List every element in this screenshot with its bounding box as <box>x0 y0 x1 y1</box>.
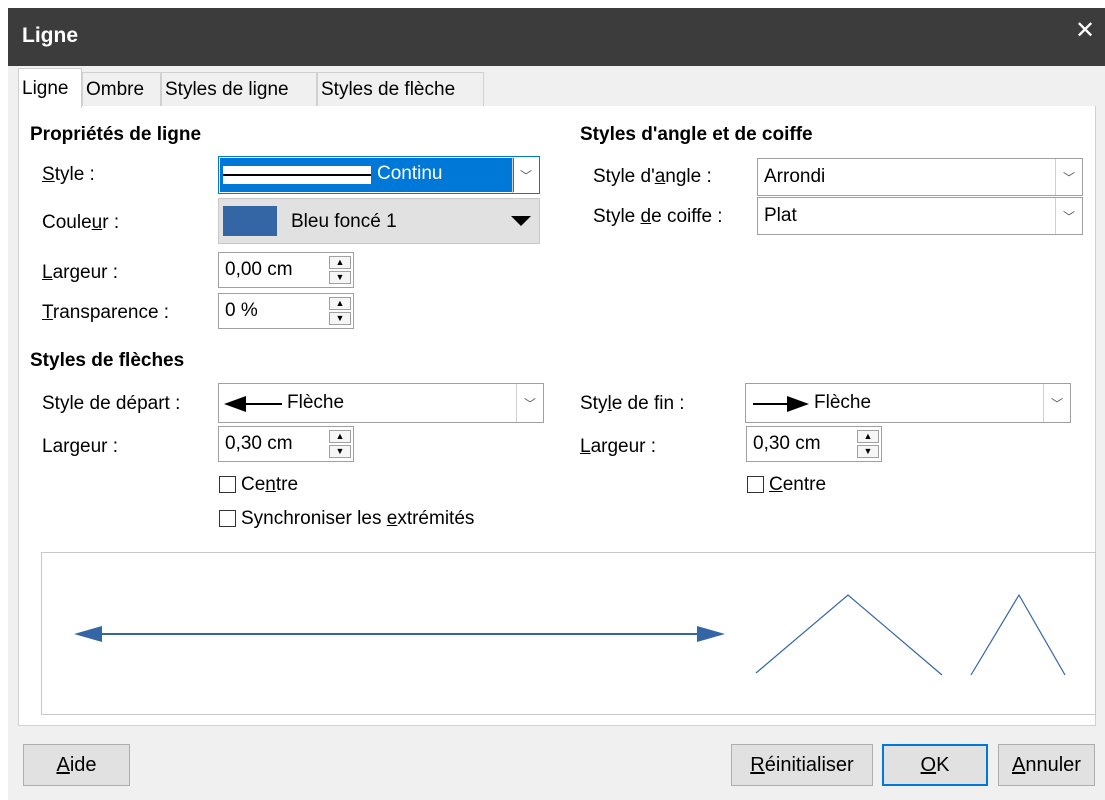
start-width-value: 0,30 cm <box>225 433 293 454</box>
cap-style-value: Plat <box>764 205 797 226</box>
start-width-spinner[interactable]: 0,30 cm ▲ ▼ <box>218 426 354 462</box>
transparency-spinner[interactable]: 0 % ▲ ▼ <box>218 293 354 329</box>
color-dropdown[interactable]: Bleu foncé 1 <box>218 198 540 244</box>
chevron-down-icon[interactable]: ﹀ <box>1055 198 1082 234</box>
chevron-down-icon[interactable]: ﹀ <box>1043 384 1070 422</box>
tab-ligne[interactable]: Ligne <box>18 68 82 108</box>
start-style-label: Style de départ : <box>42 393 181 414</box>
corner-style-dropdown[interactable]: Arrondi ﹀ <box>757 158 1083 196</box>
sync-ends-checkbox[interactable] <box>219 510 236 527</box>
preview-drawing <box>74 593 1066 676</box>
help-button[interactable]: Aide <box>23 744 130 786</box>
end-center-label: Centre <box>769 474 827 495</box>
tab-ombre[interactable]: Ombre <box>82 72 161 106</box>
start-style-dropdown[interactable]: Flèche ﹀ <box>218 383 544 423</box>
start-center-checkbox[interactable] <box>219 476 236 493</box>
corner-cap-heading: Styles d'angle et de coiffe <box>580 124 813 145</box>
style-label: Style : <box>42 164 95 185</box>
end-style-dropdown[interactable]: Flèche ﹀ <box>745 383 1071 423</box>
spin-up-icon[interactable]: ▲ <box>329 256 351 269</box>
color-label: Couleur : <box>42 212 120 233</box>
cancel-button[interactable]: Annuler <box>998 744 1095 786</box>
line-style-value: Continu <box>377 163 443 184</box>
end-style-label: Style de fin : <box>580 393 685 414</box>
transparency-label: Transparence : <box>42 302 170 323</box>
dropdown-triangle-icon[interactable] <box>511 216 531 226</box>
preview-arrow-start <box>74 626 102 642</box>
reset-button[interactable]: Réinitialiser <box>731 744 873 786</box>
chevron-down-icon[interactable]: ﹀ <box>512 157 539 193</box>
line-properties-heading: Propriétés de ligne <box>30 124 202 145</box>
corner-style-value: Arrondi <box>764 166 826 187</box>
tab-styles-de-fleche[interactable]: Styles de flèche <box>317 72 484 106</box>
preview-corner-large <box>755 594 943 676</box>
line-style-dropdown[interactable]: Continu ﹀ <box>218 156 540 194</box>
arrow-end-icon <box>753 396 809 412</box>
end-width-value: 0,30 cm <box>753 433 821 454</box>
color-value: Bleu foncé 1 <box>291 211 397 232</box>
end-style-value: Flèche <box>814 392 872 413</box>
spin-up-icon[interactable]: ▲ <box>329 430 351 443</box>
close-icon[interactable]: ✕ <box>1072 18 1098 44</box>
arrow-start-icon <box>224 396 282 412</box>
line-width-spinner[interactable]: 0,00 cm ▲ ▼ <box>218 252 354 288</box>
end-width-spinner[interactable]: 0,30 cm ▲ ▼ <box>746 426 882 462</box>
start-style-value: Flèche <box>287 392 345 413</box>
window-title: Ligne <box>22 24 78 47</box>
sync-ends-label: Synchroniser les extrémités <box>241 508 475 529</box>
cap-style-label: Style de coiffe : <box>593 206 723 227</box>
end-width-label: Largeur : <box>580 436 657 457</box>
end-center-checkbox[interactable] <box>747 476 764 493</box>
title-bar <box>8 8 1105 66</box>
width-label: Largeur : <box>42 262 119 283</box>
preview-corner-small <box>970 593 1066 676</box>
start-center-label: Centre <box>241 474 299 495</box>
spin-down-icon[interactable]: ▼ <box>329 312 351 325</box>
spin-down-icon[interactable]: ▼ <box>329 271 351 284</box>
spin-up-icon[interactable]: ▲ <box>857 430 879 443</box>
color-swatch <box>223 206 277 236</box>
preview-arrow-end <box>697 626 725 642</box>
tab-styles-de-ligne[interactable]: Styles de ligne <box>161 72 317 106</box>
line-width-value: 0,00 cm <box>225 259 293 280</box>
transparency-value: 0 % <box>225 300 258 321</box>
chevron-down-icon[interactable]: ﹀ <box>516 384 543 422</box>
line-preview <box>41 552 1096 715</box>
spin-down-icon[interactable]: ▼ <box>857 445 879 458</box>
arrow-styles-heading: Styles de flèches <box>30 350 185 371</box>
corner-style-label: Style d'angle : <box>593 166 712 187</box>
cap-style-dropdown[interactable]: Plat ﹀ <box>757 197 1083 235</box>
start-width-label: Largeur : <box>42 436 119 457</box>
line-style-sample <box>223 166 371 184</box>
spin-down-icon[interactable]: ▼ <box>329 445 351 458</box>
spin-up-icon[interactable]: ▲ <box>329 297 351 310</box>
chevron-down-icon[interactable]: ﹀ <box>1055 159 1082 195</box>
ok-button[interactable]: OK <box>882 744 988 786</box>
